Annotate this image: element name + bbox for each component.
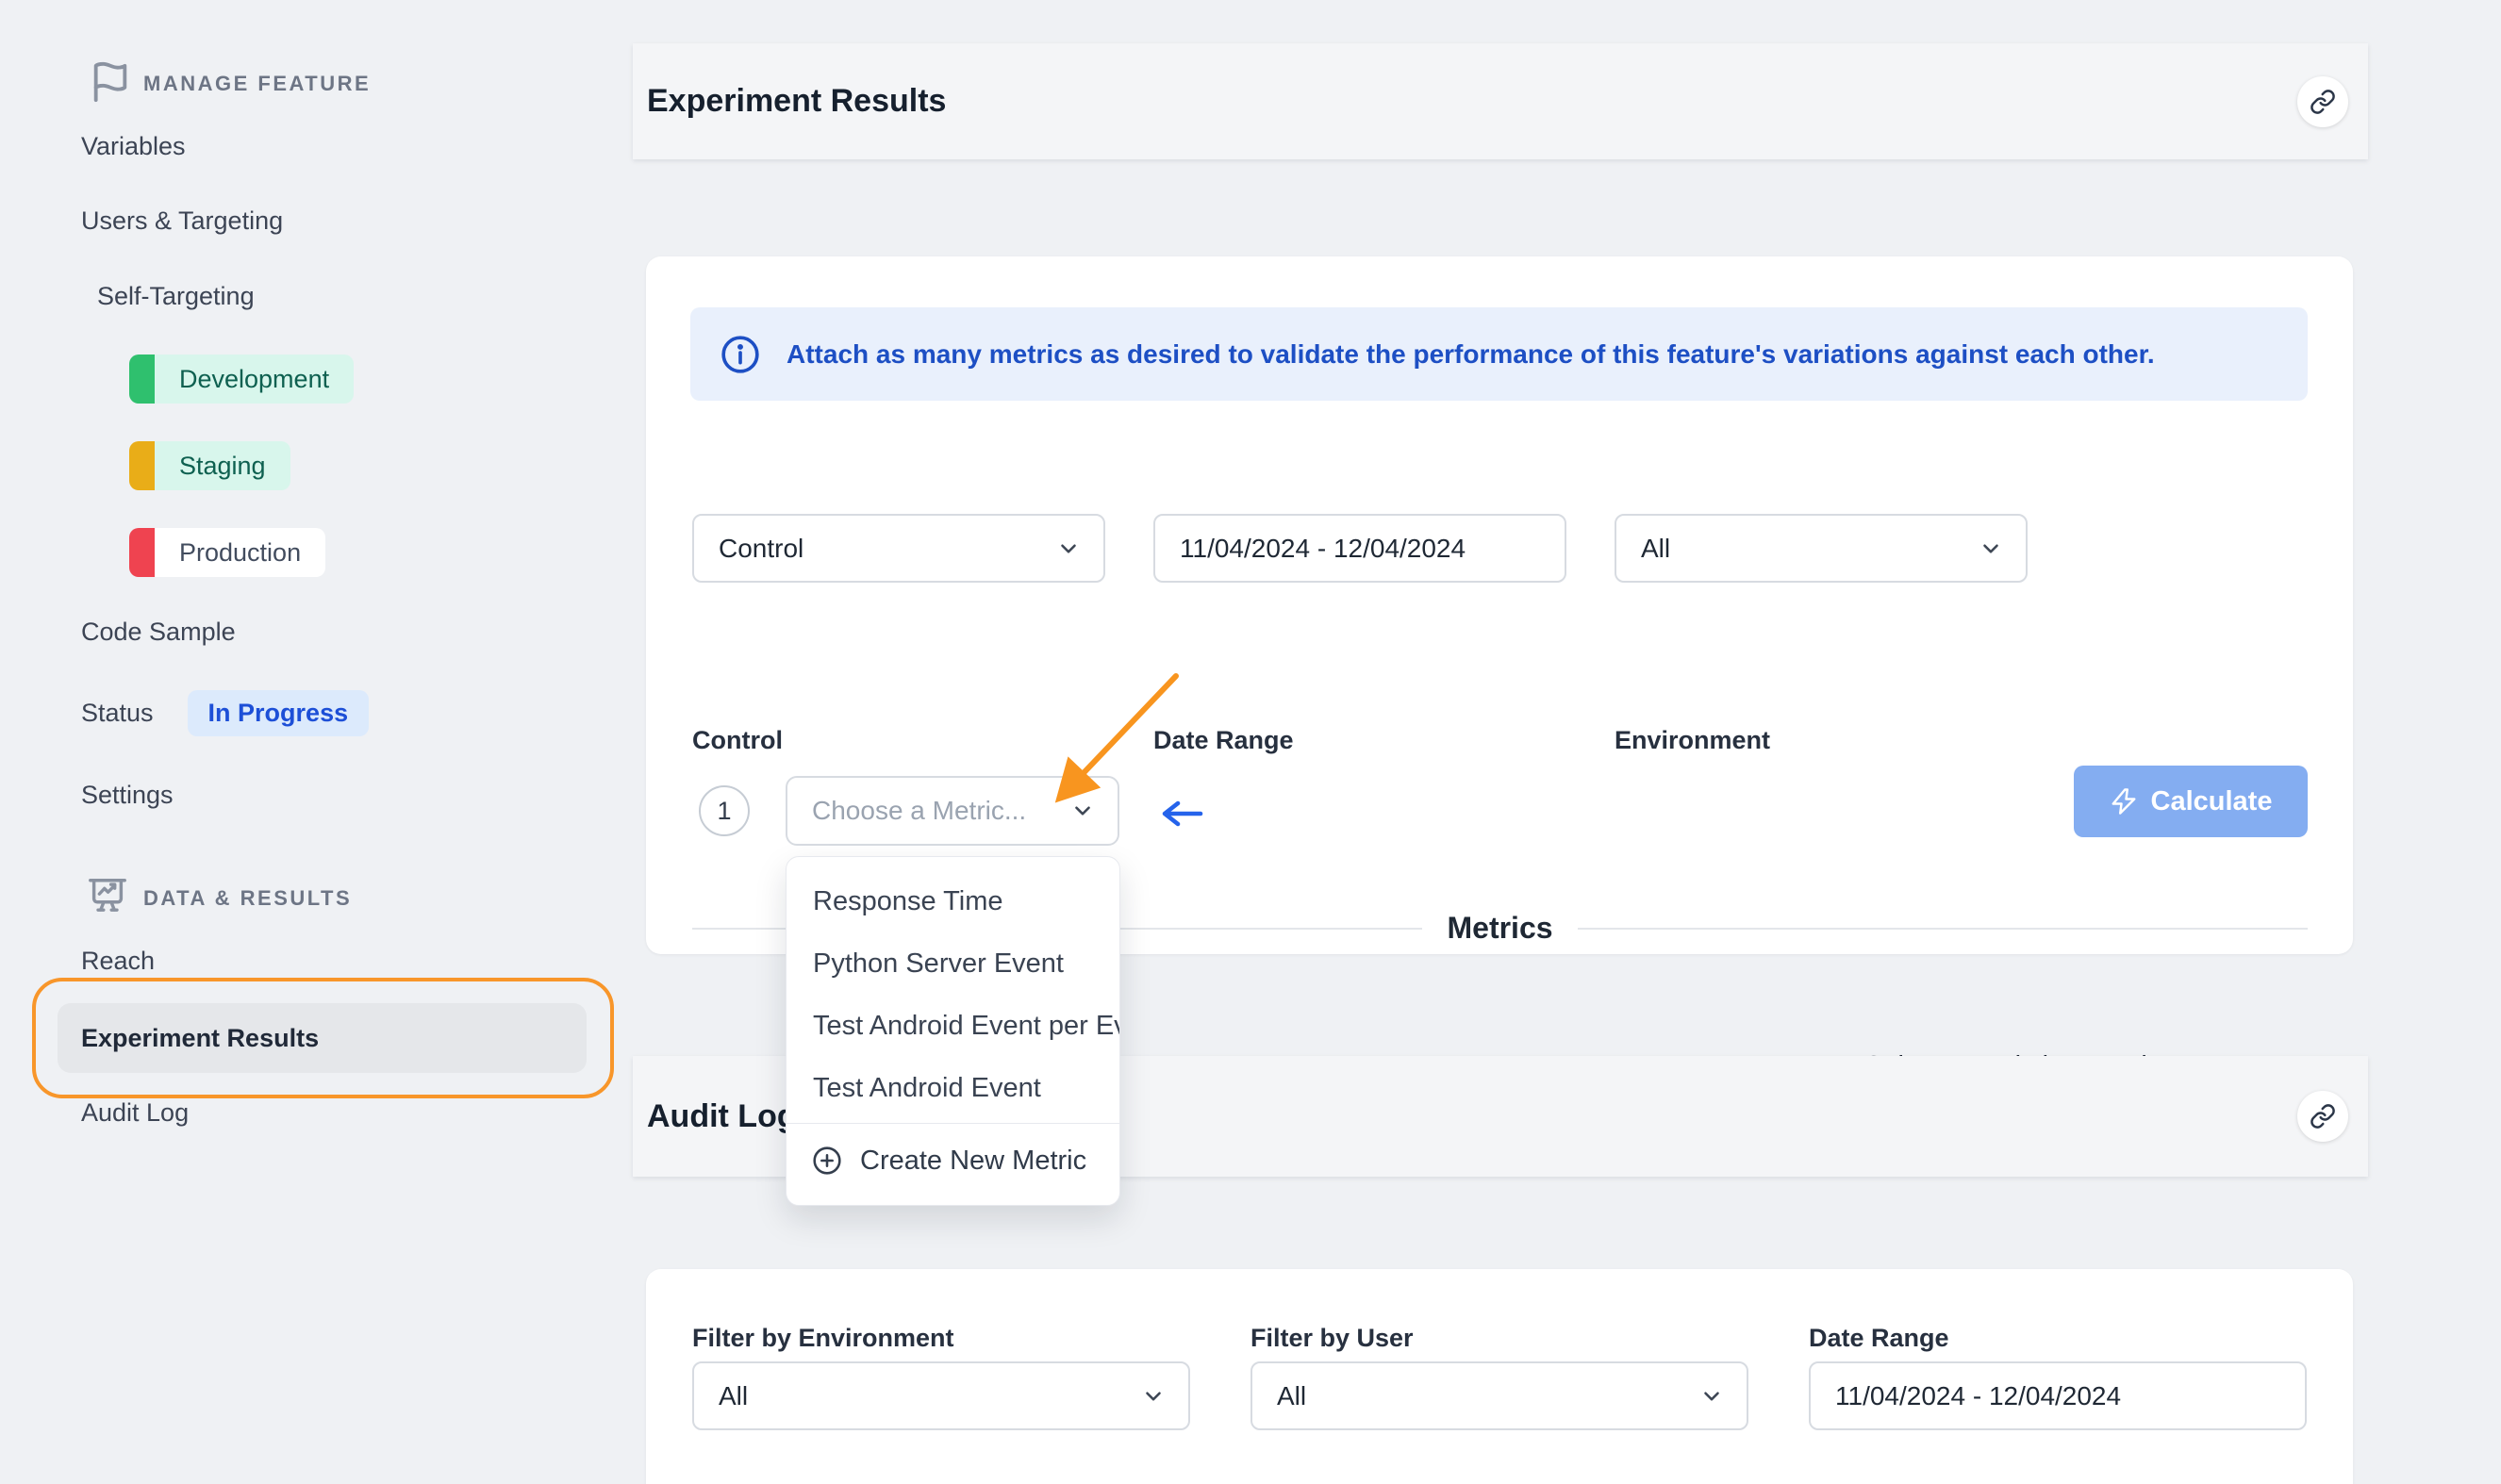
menu-item-response-time[interactable]: Response Time [787, 870, 1119, 932]
environment-label: Environment [1615, 726, 1770, 755]
orange-highlight-annotation [32, 978, 614, 1098]
sidebar-item-audit-log[interactable]: Audit Log [81, 1098, 189, 1128]
sidebar-item-users-targeting[interactable]: Users & Targeting [81, 206, 283, 236]
status-label: Status [81, 699, 154, 728]
create-new-metric-label: Create New Metric [860, 1146, 1086, 1177]
env-label: Development [155, 355, 354, 404]
metric-row-number: 1 [699, 785, 750, 836]
plus-circle-icon [811, 1145, 843, 1177]
chevron-down-icon [1070, 799, 1095, 823]
create-new-metric-button[interactable]: Create New Metric [787, 1128, 1119, 1194]
chevron-down-icon [1141, 1384, 1166, 1409]
link-icon [2310, 89, 2336, 115]
filter-user-label: Filter by User [1250, 1324, 1414, 1353]
sidebar-item-settings[interactable]: Settings [81, 781, 174, 810]
menu-item-test-android-event-per-event[interactable]: Test Android Event per Event [787, 995, 1119, 1057]
env-color-development [129, 355, 155, 404]
env-label: Production [155, 528, 325, 577]
info-banner: Attach as many metrics as desired to val… [690, 307, 2308, 401]
menu-item-test-android-event[interactable]: Test Android Event [787, 1057, 1119, 1119]
environment-select-value: All [1641, 534, 1670, 564]
sidebar-item-env-staging[interactable]: Staging [129, 441, 290, 490]
metrics-heading: Metrics [1447, 911, 1552, 946]
chevron-down-icon [1056, 536, 1081, 561]
manage-feature-section-label: MANAGE FEATURE [143, 72, 371, 96]
environment-select[interactable]: All [1615, 514, 2028, 583]
audit-date-range-label: Date Range [1809, 1324, 1949, 1353]
flag-icon [89, 60, 132, 108]
page: MANAGE FEATURE Variables Users & Targeti… [0, 0, 2501, 1484]
status-badge: In Progress [188, 690, 370, 736]
sidebar-item-reach[interactable]: Reach [81, 947, 155, 976]
date-range-input[interactable]: 11/04/2024 - 12/04/2024 [1153, 514, 1566, 583]
sidebar-item-env-production[interactable]: Production [129, 528, 325, 577]
sidebar-item-code-sample[interactable]: Code Sample [81, 618, 236, 647]
info-icon [719, 333, 762, 376]
zap-icon [2110, 787, 2138, 816]
presentation-chart-icon [86, 875, 129, 923]
metric-dropdown-menu: Response Time Python Server Event Test A… [786, 856, 1120, 1206]
link-icon [2310, 1103, 2336, 1129]
menu-divider [787, 1123, 1119, 1124]
experiment-results-header: Experiment Results [633, 43, 2368, 159]
data-results-section-label: DATA & RESULTS [143, 886, 352, 911]
audit-date-range-value: 11/04/2024 - 12/04/2024 [1835, 1381, 2121, 1411]
sidebar-item-env-development[interactable]: Development [129, 355, 354, 404]
date-range-label: Date Range [1153, 726, 1294, 755]
filter-environment-value: All [719, 1381, 748, 1411]
audit-log-filters-card: Filter by Environment All Filter by User… [646, 1269, 2353, 1484]
sidebar-item-variables[interactable]: Variables [81, 132, 186, 161]
menu-item-python-server-event[interactable]: Python Server Event [787, 932, 1119, 995]
page-title: Experiment Results [647, 83, 946, 120]
copy-link-button[interactable] [2297, 76, 2348, 127]
experiment-results-card: Attach as many metrics as desired to val… [646, 256, 2353, 954]
audit-date-range-input[interactable]: 11/04/2024 - 12/04/2024 [1809, 1361, 2307, 1430]
blue-left-arrow-icon [1155, 798, 1204, 830]
filter-environment-select[interactable]: All [692, 1361, 1190, 1430]
divider-line [1578, 928, 2308, 930]
control-select[interactable]: Control [692, 514, 1105, 583]
calculate-button-label: Calculate [2151, 786, 2273, 817]
info-banner-text: Attach as many metrics as desired to val… [787, 339, 2155, 370]
env-color-production [129, 528, 155, 577]
calculate-button[interactable]: Calculate [2074, 766, 2308, 837]
choose-metric-select[interactable]: Choose a Metric... [786, 776, 1119, 846]
env-color-staging [129, 441, 155, 490]
chevron-down-icon [1979, 536, 2003, 561]
choose-metric-placeholder: Choose a Metric... [812, 796, 1026, 826]
sidebar-item-self-targeting[interactable]: Self-Targeting [97, 282, 255, 311]
sidebar-item-status[interactable]: Status In Progress [81, 690, 369, 736]
chevron-down-icon [1699, 1384, 1724, 1409]
filter-environment-label: Filter by Environment [692, 1324, 954, 1353]
audit-log-title: Audit Log [647, 1098, 797, 1135]
filter-user-select[interactable]: All [1250, 1361, 1748, 1430]
control-select-value: Control [719, 534, 803, 564]
env-label: Staging [155, 441, 290, 490]
control-label: Control [692, 726, 783, 755]
date-range-value: 11/04/2024 - 12/04/2024 [1180, 534, 1466, 564]
copy-link-button[interactable] [2297, 1091, 2348, 1142]
filter-user-value: All [1277, 1381, 1306, 1411]
